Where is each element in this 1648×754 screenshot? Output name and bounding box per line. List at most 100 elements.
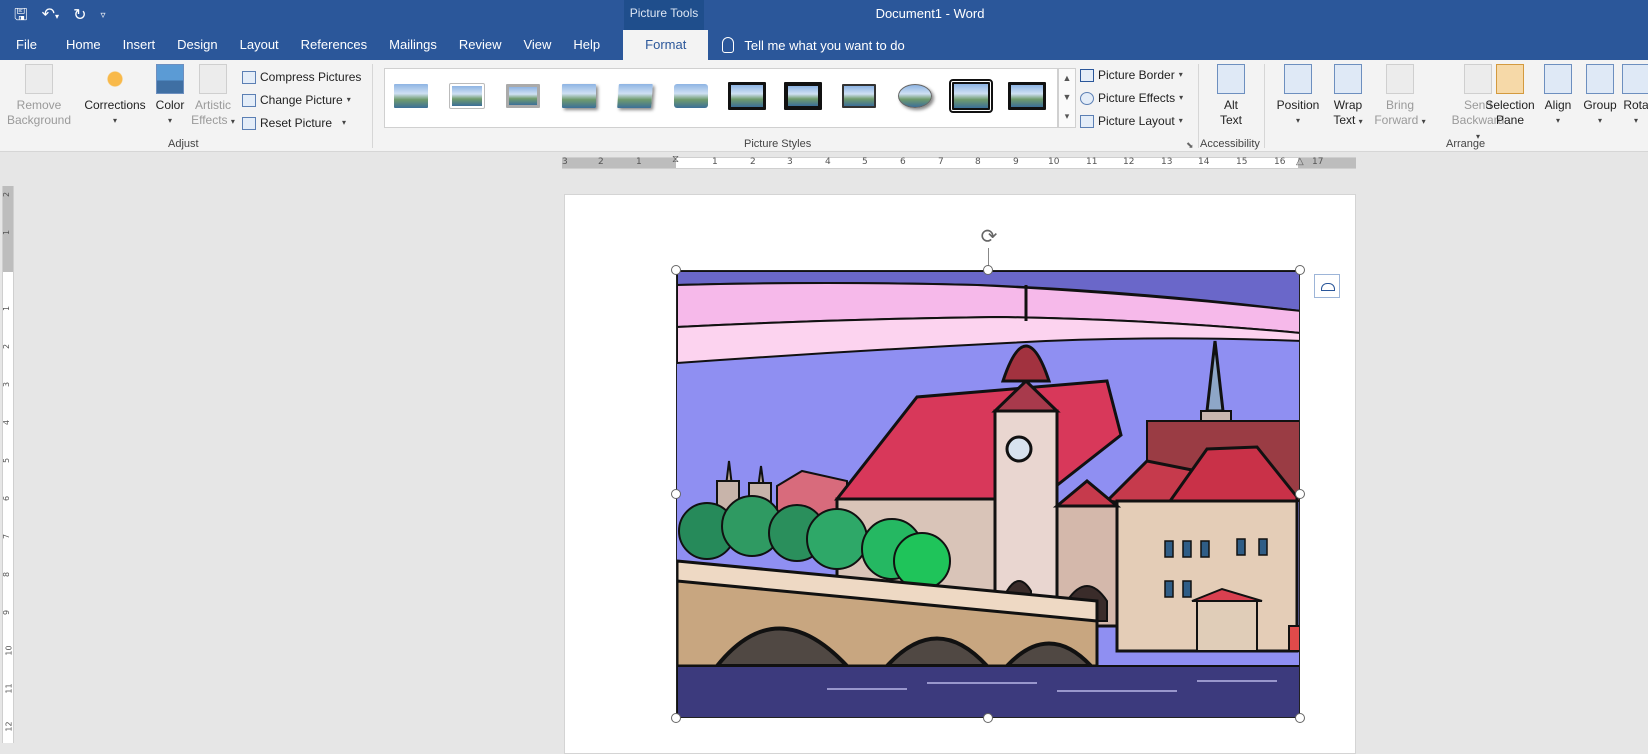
remove-background-icon [25, 64, 53, 94]
ruler-number: 9 [1013, 157, 1019, 167]
position-icon [1284, 64, 1312, 94]
ruler-number: 12 [4, 721, 14, 732]
picture-effects-icon [1080, 91, 1094, 105]
picture-style-thumbnail[interactable] [389, 79, 433, 113]
chevron-down-icon: ▾ [1358, 117, 1363, 126]
selected-picture[interactable] [676, 270, 1300, 718]
resize-handle-right[interactable] [1295, 489, 1305, 499]
gallery-scroll[interactable]: ▲ ▼ ▾ [1058, 68, 1076, 128]
chevron-down-icon: ▾ [1597, 116, 1602, 125]
redo-icon[interactable]: ↻ [73, 5, 86, 27]
scroll-up-icon[interactable]: ▲ [1059, 69, 1075, 88]
right-indent-marker-icon[interactable]: △ [1296, 156, 1304, 167]
quick-access-toolbar: 🖫 ↶▾ ↻ ▿ [14, 4, 106, 28]
change-picture-button[interactable]: Change Picture ▾ [242, 90, 351, 110]
customize-icon[interactable]: ▿ [100, 5, 105, 27]
resize-handle-bottom-left[interactable] [671, 713, 681, 723]
picture-layout-button[interactable]: Picture Layout ▾ [1080, 111, 1183, 131]
chevron-down-icon: ▾ [1555, 116, 1560, 125]
wrap-text-button[interactable]: Wrap Text ▾ [1326, 64, 1370, 129]
ruler-number: 5 [862, 157, 868, 167]
alt-text-icon [1217, 64, 1245, 94]
layout-options-icon[interactable] [1314, 274, 1340, 298]
ruler-number: 6 [2, 495, 12, 502]
ribbon: Remove Background Corrections ▾ Color ▾ … [0, 60, 1648, 152]
picture-style-thumbnail[interactable] [501, 79, 545, 113]
scroll-down-icon[interactable]: ▼ [1059, 88, 1075, 107]
undo-icon[interactable]: ↶▾ [42, 4, 59, 28]
compress-pictures-button[interactable]: Compress Pictures [242, 67, 361, 87]
corrections-button[interactable]: Corrections ▾ [82, 64, 148, 128]
chevron-down-icon: ▾ [342, 118, 347, 127]
chevron-down-icon: ▾ [167, 116, 172, 125]
picture-style-thumbnail[interactable] [725, 79, 769, 113]
right-margin-shade [1298, 158, 1356, 168]
bring-forward-icon [1386, 64, 1414, 94]
horizontal-ruler[interactable]: 3 2 1 1 2 3 4 5 6 7 8 9 10 11 12 13 14 1… [562, 154, 1356, 169]
picture-style-thumbnail[interactable] [669, 79, 713, 113]
alt-text-button[interactable]: Alt Text [1204, 64, 1258, 128]
picture-style-thumbnail[interactable] [1005, 79, 1049, 113]
tab-mailings[interactable]: Mailings [378, 30, 448, 60]
tab-insert[interactable]: Insert [112, 30, 167, 60]
tab-file[interactable]: File [0, 30, 55, 60]
picture-style-thumbnail[interactable] [613, 79, 657, 113]
align-button[interactable]: Align ▾ [1540, 64, 1576, 128]
selection-pane-button[interactable]: Selection Pane [1480, 64, 1540, 128]
tab-format[interactable]: Format [623, 30, 709, 60]
resize-handle-top-left[interactable] [671, 265, 681, 275]
picture-border-button[interactable]: Picture Border ▾ [1080, 65, 1183, 85]
tab-view[interactable]: View [512, 30, 562, 60]
resize-handle-bottom-right[interactable] [1295, 713, 1305, 723]
tab-layout[interactable]: Layout [229, 30, 290, 60]
title-bar: 🖫 ↶▾ ↻ ▿ Picture Tools Document1 - Word [0, 0, 1648, 30]
ruler-number: 2 [2, 343, 12, 350]
save-icon[interactable]: 🖫 [14, 5, 28, 27]
group-button[interactable]: Group ▾ [1580, 64, 1620, 128]
picture-effects-button[interactable]: Picture Effects ▾ [1080, 88, 1183, 108]
gallery-more-icon[interactable]: ▾ [1059, 107, 1075, 126]
resize-handle-left[interactable] [671, 489, 681, 499]
vertical-ruler[interactable]: 2 1 1 2 3 4 5 6 7 8 9 10 11 12 [2, 186, 14, 743]
tab-help[interactable]: Help [562, 30, 611, 60]
chevron-down-icon: ▾ [112, 116, 117, 125]
indent-marker-icon[interactable]: ⧖ [672, 154, 679, 165]
rotate-button[interactable]: Rota ▾ [1622, 64, 1648, 128]
tab-references[interactable]: References [290, 30, 378, 60]
ruler-number: 7 [938, 157, 944, 167]
artistic-effects-icon [199, 64, 227, 94]
reset-picture-button[interactable]: Reset Picture ▾ [242, 113, 346, 133]
artistic-effects-button[interactable]: Artistic Effects ▾ [190, 64, 236, 129]
resize-handle-top[interactable] [983, 265, 993, 275]
dialog-launcher-icon[interactable]: ⬊ [1186, 140, 1194, 151]
tab-design[interactable]: Design [166, 30, 228, 60]
picture-style-thumbnail[interactable] [893, 79, 937, 113]
picture-layout-icon [1080, 114, 1094, 128]
rotate-handle-icon[interactable]: ⟳ [978, 226, 1000, 248]
ruler-number: 5 [2, 457, 12, 464]
picture-style-thumbnail[interactable] [445, 79, 489, 113]
resize-handle-top-right[interactable] [1295, 265, 1305, 275]
picture-style-thumbnail[interactable] [781, 79, 825, 113]
ruler-number: 4 [2, 419, 12, 426]
color-button[interactable]: Color ▾ [150, 64, 190, 128]
tab-home[interactable]: Home [55, 30, 112, 60]
remove-background-button[interactable]: Remove Background [6, 64, 72, 128]
group-label-accessibility: Accessibility [1200, 138, 1260, 150]
chevron-down-icon: ▾ [1179, 93, 1184, 102]
ruler-number: 9 [2, 609, 12, 616]
ruler-number: 17 [1312, 157, 1324, 167]
picture-style-thumbnail[interactable] [557, 79, 601, 113]
align-icon [1544, 64, 1572, 94]
ruler-number: 12 [1123, 157, 1135, 167]
ruler-number: 6 [900, 157, 906, 167]
tab-review[interactable]: Review [448, 30, 513, 60]
resize-handle-bottom[interactable] [983, 713, 993, 723]
tell-me-box[interactable]: Tell me what you want to do [722, 37, 905, 53]
ruler-number: 11 [4, 683, 14, 694]
ruler-number: 4 [825, 157, 831, 167]
picture-style-thumbnail[interactable] [949, 79, 993, 113]
picture-style-thumbnail[interactable] [837, 79, 881, 113]
position-button[interactable]: Position ▾ [1270, 64, 1326, 128]
bring-forward-button[interactable]: Bring Forward ▾ [1372, 64, 1428, 129]
